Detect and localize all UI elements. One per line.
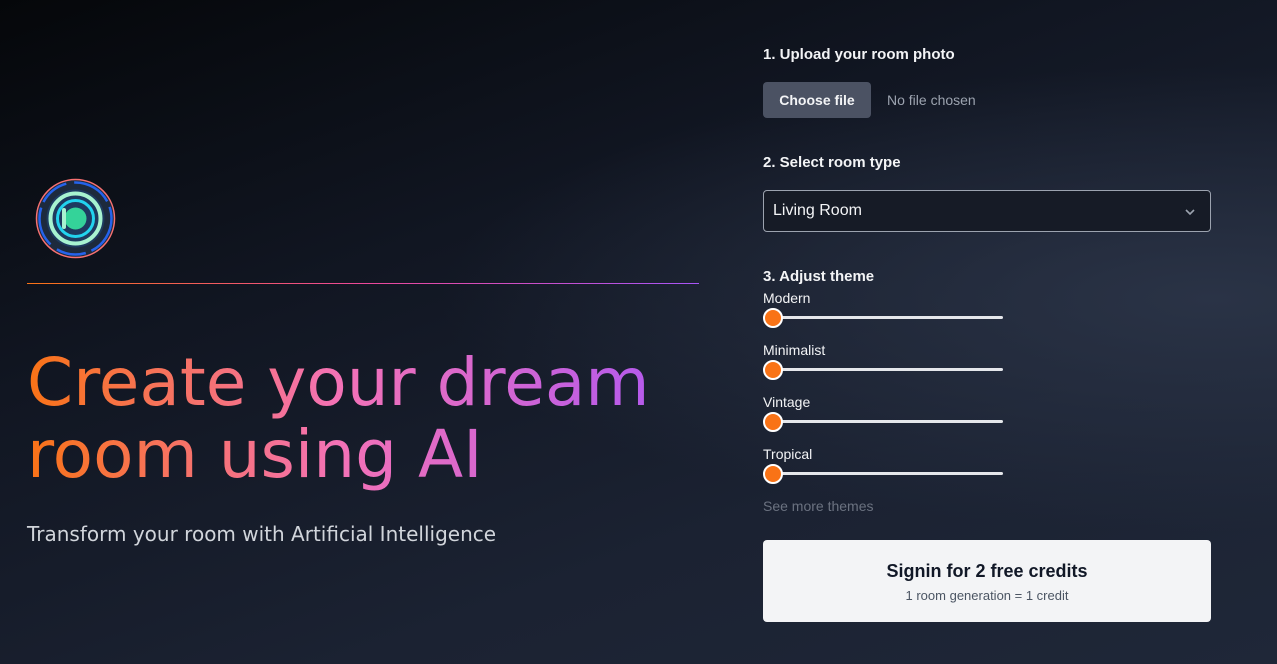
circular-logo-icon	[35, 178, 116, 259]
slider-track-tropical[interactable]	[763, 472, 1003, 475]
page-subtitle: Transform your room with Artificial Inte…	[27, 522, 497, 546]
slider-label-minimalist: Minimalist	[763, 342, 826, 358]
choose-file-button[interactable]: Choose file	[763, 82, 871, 118]
slider-label-vintage: Vintage	[763, 394, 811, 410]
theme-step-title: 3. Adjust theme	[763, 268, 875, 285]
chevron-down-icon	[1184, 205, 1196, 217]
signin-button-sublabel: 1 room generation = 1 credit	[905, 588, 1069, 603]
signin-button[interactable]: Signin for 2 free credits 1 room generat…	[763, 540, 1211, 622]
room-type-selected-value: Living Room	[773, 202, 862, 219]
slider-thumb-minimalist[interactable]	[763, 360, 783, 380]
page-title: Create your dream room using AI	[27, 347, 717, 491]
gradient-divider	[27, 283, 699, 284]
see-more-themes-link[interactable]: See more themes	[763, 498, 874, 514]
upload-step-title: 1. Upload your room photo	[763, 46, 955, 63]
room-form: 1. Upload your room photo Choose file No…	[763, 0, 1223, 664]
hero-section: Create your dream room using AI Transfor…	[0, 0, 720, 664]
slider-track-modern[interactable]	[763, 316, 1003, 319]
slider-label-modern: Modern	[763, 290, 811, 306]
signin-button-label: Signin for 2 free credits	[886, 561, 1088, 581]
slider-track-minimalist[interactable]	[763, 368, 1003, 371]
file-status-text: No file chosen	[887, 92, 976, 108]
slider-thumb-modern[interactable]	[763, 308, 783, 328]
slider-label-tropical: Tropical	[763, 446, 813, 462]
slider-thumb-tropical[interactable]	[763, 464, 783, 484]
slider-track-vintage[interactable]	[763, 420, 1003, 423]
room-type-step-title: 2. Select room type	[763, 154, 901, 171]
room-type-select[interactable]: Living Room	[763, 190, 1211, 232]
slider-thumb-vintage[interactable]	[763, 412, 783, 432]
